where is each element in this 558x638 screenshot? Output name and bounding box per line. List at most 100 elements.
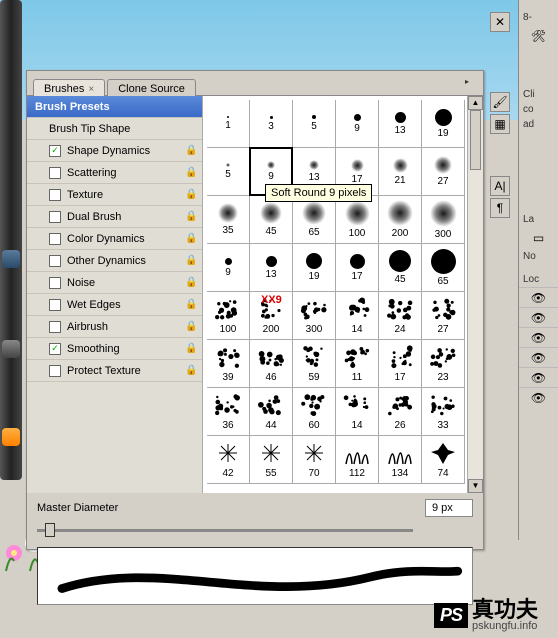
brush-preset-cell[interactable]: 100 (207, 291, 250, 340)
sidebar-item-noise[interactable]: Noise🔒 (27, 272, 202, 294)
brush-preset-cell[interactable]: 19 (421, 100, 465, 148)
lock-icon[interactable]: 🔒 (185, 255, 196, 266)
brush-preset-cell[interactable]: 23 (421, 339, 465, 388)
brush-preset-cell[interactable]: 1 (207, 100, 250, 148)
brush-preset-cell[interactable]: 13 (249, 243, 293, 292)
checkbox[interactable] (49, 233, 61, 245)
brush-preset-cell[interactable]: 3 (249, 100, 293, 148)
brush-preset-cell[interactable]: 44 (249, 387, 293, 436)
layer-visibility-eye[interactable]: 👁 (519, 387, 558, 407)
layer-visibility-eye[interactable]: 👁 (519, 347, 558, 367)
lock-icon[interactable]: 🔒 (185, 167, 196, 178)
master-diameter-slider[interactable] (27, 523, 483, 541)
brush-preset-cell[interactable]: 45 (378, 243, 422, 292)
brush-preset-cell[interactable]: 300 (421, 195, 465, 244)
brush-preset-cell[interactable]: 59 (292, 339, 336, 388)
brush-preset-cell[interactable]: 14 (335, 291, 379, 340)
layer-icon[interactable]: ▭ (530, 229, 548, 247)
brush-preset-cell[interactable]: 134 (378, 435, 422, 484)
brush-preset-cell[interactable]: 70 (292, 435, 336, 484)
checkbox[interactable] (49, 189, 61, 201)
brush-preset-cell[interactable]: 24 (378, 291, 422, 340)
checkbox[interactable] (49, 167, 61, 179)
scroll-up-button[interactable]: ▲ (468, 96, 483, 110)
tool-button[interactable]: ✕ (490, 12, 510, 32)
brush-preset-cell[interactable]: 14 (335, 387, 379, 436)
brush-preset-cell[interactable]: 21 (378, 147, 422, 196)
brushes-toggle-button[interactable]: 🖌 (490, 92, 510, 112)
sidebar-item-shape-dynamics[interactable]: ✓Shape Dynamics🔒 (27, 140, 202, 162)
lock-icon[interactable]: 🔒 (185, 211, 196, 222)
sidebar-item-texture[interactable]: Texture🔒 (27, 184, 202, 206)
layer-visibility-eye[interactable]: 👁 (519, 327, 558, 347)
character-panel-button[interactable]: A| (490, 176, 510, 196)
sidebar-item-dual-brush[interactable]: Dual Brush🔒 (27, 206, 202, 228)
brush-preset-cell[interactable]: 17 (335, 243, 379, 292)
lock-icon[interactable]: 🔒 (185, 145, 196, 156)
lock-icon[interactable]: 🔒 (185, 365, 196, 376)
brush-preset-cell[interactable]: 19 (292, 243, 336, 292)
brush-preset-cell[interactable]: 27 (421, 147, 465, 196)
brush-preset-cell[interactable]: 39 (207, 339, 250, 388)
brush-preset-cell[interactable]: 300 (292, 291, 336, 340)
brush-preset-cell[interactable]: 5 (207, 147, 250, 196)
scroll-down-button[interactable]: ▼ (468, 479, 483, 493)
layer-visibility-eye[interactable]: 👁 (519, 287, 558, 307)
brush-preset-cell[interactable]: 60 (292, 387, 336, 436)
sidebar-item-brush-tip-shape[interactable]: Brush Tip Shape (27, 118, 202, 140)
checkbox[interactable] (49, 211, 61, 223)
lock-icon[interactable]: 🔒 (185, 299, 196, 310)
scroll-thumb[interactable] (470, 110, 481, 170)
checkbox[interactable]: ✓ (49, 343, 61, 355)
sidebar-item-wet-edges[interactable]: Wet Edges🔒 (27, 294, 202, 316)
checkbox[interactable] (49, 277, 61, 289)
sidebar-item-airbrush[interactable]: Airbrush🔒 (27, 316, 202, 338)
brush-preset-cell[interactable]: 9 (335, 100, 379, 148)
brush-preset-cell[interactable]: 74 (421, 435, 465, 484)
slider-thumb[interactable] (45, 523, 55, 537)
paragraph-panel-button[interactable]: ¶ (490, 198, 510, 218)
brush-preset-cell[interactable]: 5 (292, 100, 336, 148)
checkbox[interactable] (49, 255, 61, 267)
brush-preset-cell[interactable]: 112 (335, 435, 379, 484)
close-icon[interactable]: × (88, 84, 94, 95)
lock-icon[interactable]: 🔒 (185, 233, 196, 244)
brush-preset-cell[interactable]: 55 (249, 435, 293, 484)
brush-preset-cell[interactable]: 65 (292, 195, 336, 244)
brush-preset-cell[interactable]: 46 (249, 339, 293, 388)
checkbox[interactable] (49, 299, 61, 311)
sidebar-item-other-dynamics[interactable]: Other Dynamics🔒 (27, 250, 202, 272)
brush-preset-cell[interactable]: 27 (421, 291, 465, 340)
brush-preset-cell[interactable]: 45 (249, 195, 293, 244)
brush-preset-cell[interactable]: 200 (378, 195, 422, 244)
layer-visibility-eye[interactable]: 👁 (519, 307, 558, 327)
wrench-icon[interactable]: 🛠 (530, 27, 548, 45)
checkbox[interactable] (49, 365, 61, 377)
lock-icon[interactable]: 🔒 (185, 189, 196, 200)
brush-preset-cell[interactable]: 33 (421, 387, 465, 436)
brush-preset-cell[interactable]: 42 (207, 435, 250, 484)
brush-preset-cell[interactable]: 65 (421, 243, 465, 292)
sidebar-item-color-dynamics[interactable]: Color Dynamics🔒 (27, 228, 202, 250)
lock-icon[interactable]: 🔒 (185, 321, 196, 332)
clone-source-toggle-button[interactable]: ▦ (490, 114, 510, 134)
checkbox[interactable]: ✓ (49, 145, 61, 157)
brush-preset-cell[interactable]: 17 (378, 339, 422, 388)
sidebar-item-protect-texture[interactable]: Protect Texture🔒 (27, 360, 202, 382)
layer-visibility-eye[interactable]: 👁 (519, 367, 558, 387)
lock-icon[interactable]: 🔒 (185, 343, 196, 354)
brush-preset-cell[interactable]: 9 (207, 243, 250, 292)
sidebar-item-scattering[interactable]: Scattering🔒 (27, 162, 202, 184)
brush-preset-cell[interactable]: 11 (335, 339, 379, 388)
brush-preset-cell[interactable]: 36 (207, 387, 250, 436)
sidebar-item-smoothing[interactable]: ✓Smoothing🔒 (27, 338, 202, 360)
scrollbar-vertical[interactable]: ▲ ▼ (467, 96, 483, 493)
panel-menu-icon[interactable] (465, 75, 477, 87)
master-diameter-input[interactable]: 9 px (425, 499, 473, 517)
brush-preset-cell[interactable]: 26 (378, 387, 422, 436)
checkbox[interactable] (49, 321, 61, 333)
brush-preset-cell[interactable]: 13 (378, 100, 422, 148)
brush-preset-cell[interactable]: 35 (207, 195, 250, 244)
brush-preset-cell[interactable]: 100 (335, 195, 379, 244)
lock-icon[interactable]: 🔒 (185, 277, 196, 288)
